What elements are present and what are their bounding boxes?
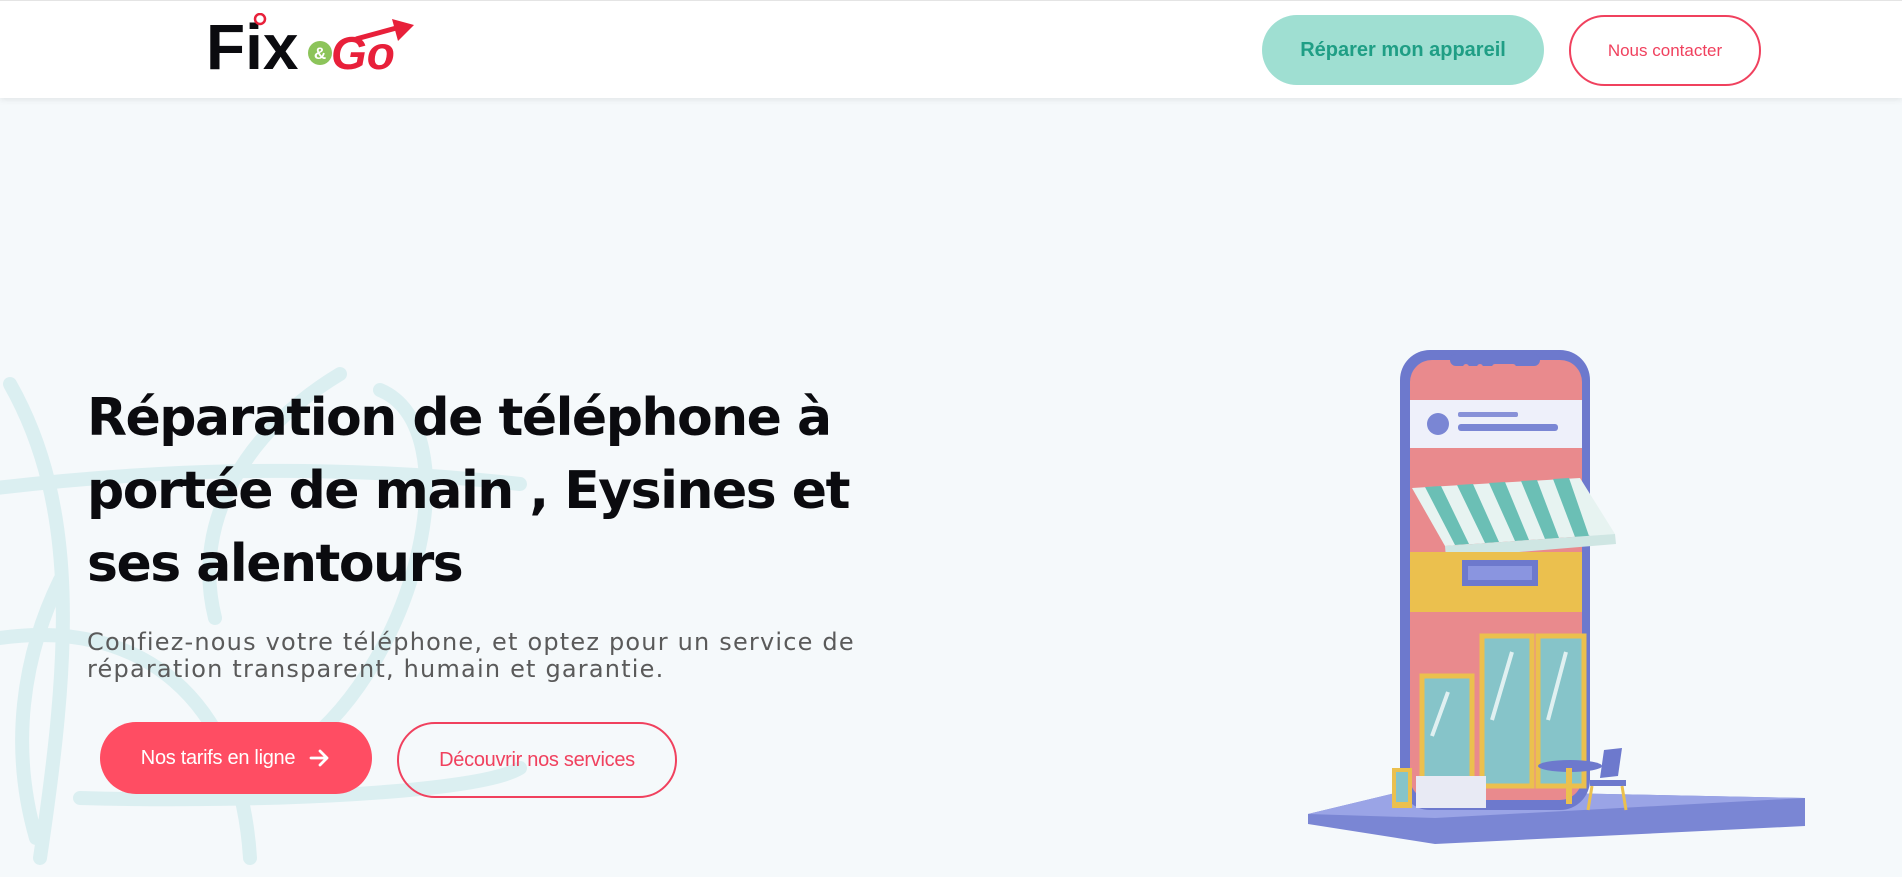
arrow-right-icon — [309, 747, 331, 769]
online-prices-button[interactable]: Nos tarifs en ligne — [100, 722, 372, 794]
repair-device-button[interactable]: Réparer mon appareil — [1262, 15, 1544, 85]
logo-ampersand: & — [314, 44, 326, 63]
contact-us-button[interactable]: Nous contacter — [1569, 15, 1761, 86]
hero-title: Réparation de téléphone à portée de main… — [87, 388, 850, 594]
logo-word-fix: Fix — [206, 13, 299, 75]
hero-subtitle: Confiez-nous votre téléphone, et optez p… — [87, 628, 855, 683]
fix-and-go-logo[interactable]: Fix & Go — [206, 13, 426, 75]
discover-services-button[interactable]: Découvrir nos services — [397, 722, 677, 798]
site-header: Fix & Go Réparer mon appareil Nous conta… — [0, 0, 1902, 98]
logo-word-go: Go — [331, 27, 395, 75]
online-prices-label: Nos tarifs en ligne — [140, 746, 296, 769]
phone-storefront-illustration — [1300, 340, 1820, 860]
